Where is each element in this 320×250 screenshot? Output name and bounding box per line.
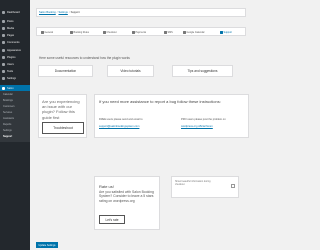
- troubleshoot-button[interactable]: Troubleshoot: [42, 122, 84, 134]
- tab-google-calendar[interactable]: Google Calendar: [183, 31, 205, 34]
- card-icon: [132, 31, 135, 34]
- troubleshoot-label: Troubleshoot: [53, 126, 73, 130]
- calendar-icon: [2, 86, 5, 90]
- checkout-info-text: Show beautiful information during checko…: [175, 180, 211, 187]
- sidebar-item-label: Plugins: [7, 55, 16, 59]
- sidebar-item-users[interactable]: Users: [0, 61, 30, 67]
- admin-sidebar: Dashboard Posts Media Pages Comments App…: [0, 0, 30, 250]
- tab-label: Checkout: [106, 30, 117, 34]
- gear-icon: [41, 31, 44, 34]
- breadcrumb-separator: /: [56, 11, 58, 14]
- sidebar-item-media[interactable]: Media: [0, 25, 30, 31]
- submenu-item-assistants[interactable]: Assistants: [3, 117, 14, 120]
- breadcrumb-root-link[interactable]: Salon Booking: [39, 11, 56, 14]
- sidebar-item-label: Salon: [7, 86, 14, 90]
- sidebar-submenu: Calendar Bookings Customers Services Ass…: [0, 91, 30, 142]
- plugins-icon: [2, 55, 5, 59]
- intro-text: Here some useful resources to understand…: [39, 56, 130, 60]
- bug-report-title: If you need more assistance to report a …: [99, 99, 221, 104]
- rate-button[interactable]: Let's rate: [99, 215, 125, 224]
- appearance-icon: [2, 48, 5, 52]
- rate-button-label: Let's rate: [105, 217, 119, 222]
- pages-icon: [2, 33, 5, 37]
- submenu-item-settings[interactable]: Settings: [3, 129, 12, 132]
- rate-card: Rate us! Are you satisfied with Salon Bo…: [94, 176, 160, 230]
- bug-report-card: If you need more assistance to report a …: [94, 94, 249, 138]
- support-email-link[interactable]: support@salonbookingsystem.com: [99, 125, 165, 128]
- forum-link[interactable]: wordpress.org official forum: [181, 125, 247, 128]
- sidebar-item-label: Dashboard: [7, 10, 20, 14]
- submenu-item-calendar[interactable]: Calendar: [3, 93, 13, 96]
- tab-sms[interactable]: SMS: [164, 31, 173, 34]
- update-settings-label: Update Settings: [38, 243, 56, 247]
- tab-support[interactable]: Support: [220, 31, 232, 34]
- users-icon: [2, 62, 5, 66]
- free-users-text: FREE users please send and email to: [99, 118, 143, 121]
- sidebar-item-label: Comments: [7, 40, 20, 44]
- free-users-instructions: FREE users please send and email to supp…: [99, 107, 165, 128]
- documentation-label: Documentation: [54, 69, 77, 73]
- message-icon: [164, 31, 167, 34]
- sidebar-item-label: Media: [7, 26, 15, 30]
- pro-users-text: PRO users please post the problem on: [181, 118, 226, 121]
- sidebar-item-appearance[interactable]: Appearance: [0, 47, 30, 53]
- submenu-item-support[interactable]: Support: [3, 135, 12, 138]
- documentation-button[interactable]: Documentation: [38, 65, 93, 77]
- tab-general[interactable]: General: [41, 31, 53, 34]
- pro-users-instructions: PRO users please post the problem on wor…: [181, 107, 247, 128]
- settings-icon: [2, 76, 5, 80]
- media-icon: [2, 26, 5, 30]
- sidebar-item-posts[interactable]: Posts: [0, 18, 30, 24]
- tab-checkout[interactable]: Checkout: [103, 31, 117, 34]
- sidebar-item-comments[interactable]: Comments: [0, 39, 30, 45]
- video-tutorials-button[interactable]: Video tutorials: [107, 65, 154, 77]
- breadcrumb-current: Support: [70, 11, 80, 14]
- tab-label: General: [44, 30, 54, 34]
- tab-label: Support: [223, 30, 232, 34]
- dashboard-icon: [2, 10, 5, 14]
- sidebar-item-label: Tools: [7, 69, 14, 73]
- sidebar-item-tools[interactable]: Tools: [0, 68, 30, 74]
- sidebar-item-label: Pages: [7, 33, 15, 37]
- submenu-item-services[interactable]: Services: [3, 111, 12, 114]
- cart-icon: [103, 31, 106, 34]
- video-tutorials-label: Video tutorials: [120, 69, 141, 73]
- tab-label: Google Calendar: [186, 30, 205, 34]
- sidebar-item-label: Users: [7, 62, 14, 66]
- tab-label: Booking Rules: [73, 30, 89, 34]
- tab-payments[interactable]: Payments: [132, 31, 146, 34]
- update-settings-button[interactable]: Update Settings: [36, 242, 58, 248]
- tab-label: Payments: [135, 30, 147, 34]
- breadcrumb: Salon Booking / Settings / Support: [36, 8, 246, 17]
- sidebar-item-label: Posts: [7, 19, 14, 23]
- tools-icon: [2, 69, 5, 73]
- checkout-info-checkbox[interactable]: [231, 184, 235, 188]
- sidebar-item-settings[interactable]: Settings: [0, 75, 30, 81]
- breadcrumb-separator: /: [68, 11, 70, 14]
- sidebar-item-plugins[interactable]: Plugins: [0, 54, 30, 60]
- tips-button[interactable]: Tips and suggestions: [172, 65, 233, 77]
- tips-label: Tips and suggestions: [187, 69, 218, 73]
- issue-card: Are you experiencing an issue with our p…: [38, 94, 87, 138]
- rate-text: Are you satisfied with Salon Booking Sys…: [99, 190, 154, 203]
- tab-booking-rules[interactable]: Booking Rules: [70, 31, 89, 34]
- breadcrumb-section-link[interactable]: Settings: [58, 11, 67, 14]
- tab-label: SMS: [167, 30, 173, 34]
- sidebar-item-label: Appearance: [7, 48, 21, 52]
- google-icon: [183, 31, 186, 34]
- settings-tabs: General Booking Rules Checkout Payments …: [36, 27, 246, 36]
- posts-icon: [2, 19, 5, 23]
- submenu-item-customers[interactable]: Customers: [3, 105, 15, 108]
- comments-icon: [2, 40, 5, 44]
- sidebar-item-label: Settings: [7, 76, 17, 80]
- support-icon: [220, 31, 223, 34]
- submenu-item-reports[interactable]: Reports: [3, 123, 11, 126]
- issue-text: Are you experiencing an issue with our p…: [42, 99, 80, 120]
- sidebar-item-dashboard[interactable]: Dashboard: [0, 9, 30, 15]
- sidebar-item-pages[interactable]: Pages: [0, 32, 30, 38]
- rate-heading: Rate us!: [99, 184, 114, 189]
- submenu-item-bookings[interactable]: Bookings: [3, 99, 13, 102]
- calendar-icon: [70, 31, 73, 34]
- checkout-info-card: Show beautiful information during checko…: [171, 176, 239, 198]
